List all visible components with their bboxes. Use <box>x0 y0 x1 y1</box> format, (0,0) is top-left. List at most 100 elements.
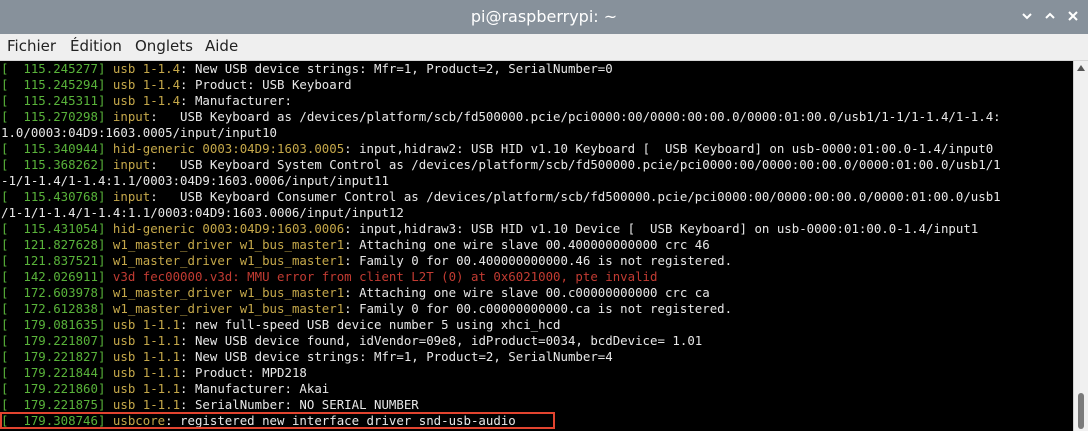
terminal-line: 1.0/0003:04D9:1603.0005/input/input10 <box>1 125 277 141</box>
terminal-line: [ 179.221860] usb 1-1.1: Manufacturer: A… <box>1 381 329 397</box>
terminal-line: [ 115.368262] input: USB Keyboard System… <box>1 157 1001 173</box>
log-source: usb 1-1.4 <box>112 61 181 76</box>
log-message: : New USB device strings: Mfr=1, Product… <box>180 349 613 364</box>
terminal-line: [ 115.245294] usb 1-1.4: Product: USB Ke… <box>1 77 352 93</box>
timestamp: [ 179.308746] <box>1 413 106 428</box>
menu-onglets[interactable]: Onglets <box>135 34 193 60</box>
log-source: usb 1-1.1 <box>112 349 181 364</box>
terminal-line: [ 121.827628] w1_master_driver w1_bus_ma… <box>1 237 710 253</box>
timestamp: [ 115.245294] <box>1 77 106 92</box>
log-message: : registered new interface driver snd-us… <box>165 413 516 428</box>
menu-aide[interactable]: Aide <box>205 34 238 60</box>
log-source: usbcore <box>112 413 166 428</box>
log-message: : new full-speed USB device number 5 usi… <box>180 317 561 332</box>
terminal-line: [ 115.270298] input: USB Keyboard as /de… <box>1 109 1001 125</box>
chevron-down-icon <box>1022 13 1032 20</box>
log-source: w1_master_driver w1_bus_master1 <box>112 301 345 316</box>
terminal-line: [ 121.837521] w1_master_driver w1_bus_ma… <box>1 253 732 269</box>
terminal-line: [ 179.221827] usb 1-1.1: New USB device … <box>1 349 613 365</box>
log-message: : input,hidraw3: USB HID v1.10 Device [ … <box>344 221 979 236</box>
terminal-output[interactable]: [ 115.245277] usb 1-1.4: New USB device … <box>0 61 1073 431</box>
log-message: : USB Keyboard as /devices/platform/scb/… <box>150 109 1001 124</box>
timestamp: [ 172.612838] <box>1 301 106 316</box>
log-source: usb 1-1.4 <box>112 77 181 92</box>
log-source: usb 1-1.1 <box>112 381 181 396</box>
chevron-up-icon <box>1045 12 1055 19</box>
log-message: : Manufacturer: <box>180 93 292 108</box>
log-message: : Manufacturer: Akai <box>180 381 330 396</box>
log-message: : Product: MPD218 <box>180 365 307 380</box>
log-message: -1/1-1.4/1-1.4:1.1/0003:04D9:1603.0006/i… <box>1 173 389 188</box>
minimize-button[interactable] <box>1016 6 1038 28</box>
menu-fichier[interactable]: Fichier <box>7 34 56 60</box>
log-source: usb 1-1.1 <box>112 397 181 412</box>
log-source: hid-generic 0003:04D9:1603.0005 <box>112 141 345 156</box>
terminal-line: [ 115.431054] hid-generic 0003:04D9:1603… <box>1 221 978 237</box>
timestamp: [ 115.431054] <box>1 221 106 236</box>
timestamp: [ 115.430768] <box>1 189 106 204</box>
maximize-button[interactable] <box>1039 6 1061 28</box>
close-icon <box>1068 11 1078 21</box>
log-message: : New USB device strings: Mfr=1, Product… <box>180 61 613 76</box>
close-button[interactable] <box>1062 6 1084 28</box>
log-source: input <box>112 157 151 172</box>
timestamp: [ 179.221807] <box>1 333 106 348</box>
terminal-line: [ 115.245311] usb 1-1.4: Manufacturer: <box>1 93 292 109</box>
menu-bar: Fichier Édition Onglets Aide <box>0 34 1088 61</box>
terminal-line: [ 115.245277] usb 1-1.4: New USB device … <box>1 61 613 77</box>
log-message: : Attaching one wire slave 00.c000000000… <box>344 285 710 300</box>
terminal-line: /1-1/1-1.4/1-1.4:1.1/0003:04D9:1603.0006… <box>1 205 404 221</box>
log-message: : MMU error from client L2T (0) at 0x602… <box>232 269 658 284</box>
title-bar[interactable]: pi@raspberrypi: ~ <box>0 0 1088 34</box>
timestamp: [ 121.827628] <box>1 237 106 252</box>
timestamp: [ 115.270298] <box>1 109 106 124</box>
timestamp: [ 179.221827] <box>1 349 106 364</box>
timestamp: [ 115.340944] <box>1 141 106 156</box>
timestamp: [ 179.221860] <box>1 381 106 396</box>
terminal-window: pi@raspberrypi: ~ Fichier Édition Onglet… <box>0 0 1088 431</box>
terminal-line: [ 179.081635] usb 1-1.1: new full-speed … <box>1 317 561 333</box>
timestamp: [ 115.245277] <box>1 61 106 76</box>
log-message: 1.0/0003:04D9:1603.0005/input/input10 <box>1 125 278 140</box>
terminal-line: [ 115.430768] input: USB Keyboard Consum… <box>1 189 1001 205</box>
log-source: input <box>112 189 151 204</box>
timestamp: [ 115.245311] <box>1 93 106 108</box>
terminal-line: [ 179.221807] usb 1-1.1: New USB device … <box>1 333 702 349</box>
scrollbar-thumb[interactable] <box>1078 393 1084 429</box>
vertical-scrollbar[interactable] <box>1073 61 1088 431</box>
log-source: usb 1-1.1 <box>112 317 181 332</box>
log-source: w1_master_driver w1_bus_master1 <box>112 237 345 252</box>
terminal-line: [ 115.340944] hid-generic 0003:04D9:1603… <box>1 141 993 157</box>
log-source: usb 1-1.4 <box>112 93 181 108</box>
log-message: : USB Keyboard Consumer Control as /devi… <box>150 189 1001 204</box>
log-message: : Attaching one wire slave 00.4000000000… <box>344 237 710 252</box>
terminal-line: [ 179.221844] usb 1-1.1: Product: MPD218 <box>1 365 307 381</box>
log-source: input <box>112 109 151 124</box>
menu-edition[interactable]: Édition <box>70 34 122 60</box>
terminal-line: -1/1-1.4/1-1.4:1.1/0003:04D9:1603.0006/i… <box>1 173 389 189</box>
timestamp: [ 121.837521] <box>1 253 106 268</box>
log-message: : input,hidraw2: USB HID v1.10 Keyboard … <box>344 141 994 156</box>
log-source: v3d fec00000.v3d <box>112 269 233 284</box>
scroll-up-icon[interactable] <box>1077 65 1085 71</box>
log-source: w1_master_driver w1_bus_master1 <box>112 285 345 300</box>
timestamp: [ 179.081635] <box>1 317 106 332</box>
terminal-line: [ 142.026911] v3d fec00000.v3d: MMU erro… <box>1 269 657 285</box>
log-message: : Family 0 for 00.400000000000.46 is not… <box>344 253 733 268</box>
timestamp: [ 172.603978] <box>1 285 106 300</box>
terminal-line: [ 172.612838] w1_master_driver w1_bus_ma… <box>1 301 732 317</box>
log-message: : SerialNumber: NO SERIAL NUMBER <box>180 397 419 412</box>
log-source: usb 1-1.1 <box>112 365 181 380</box>
window-title: pi@raspberrypi: ~ <box>470 7 618 26</box>
terminal-line: [ 172.603978] w1_master_driver w1_bus_ma… <box>1 285 710 301</box>
log-message: : New USB device found, idVendor=09e8, i… <box>180 333 703 348</box>
timestamp: [ 142.026911] <box>1 269 106 284</box>
terminal-line: [ 179.221875] usb 1-1.1: SerialNumber: N… <box>1 397 419 413</box>
timestamp: [ 115.368262] <box>1 157 106 172</box>
log-message: : USB Keyboard System Control as /device… <box>150 157 1001 172</box>
log-source: hid-generic 0003:04D9:1603.0006 <box>112 221 345 236</box>
timestamp: [ 179.221844] <box>1 365 106 380</box>
log-message: : Family 0 for 00.c00000000000.ca is not… <box>344 301 733 316</box>
log-message: : Product: USB Keyboard <box>180 77 352 92</box>
timestamp: [ 179.221875] <box>1 397 106 412</box>
